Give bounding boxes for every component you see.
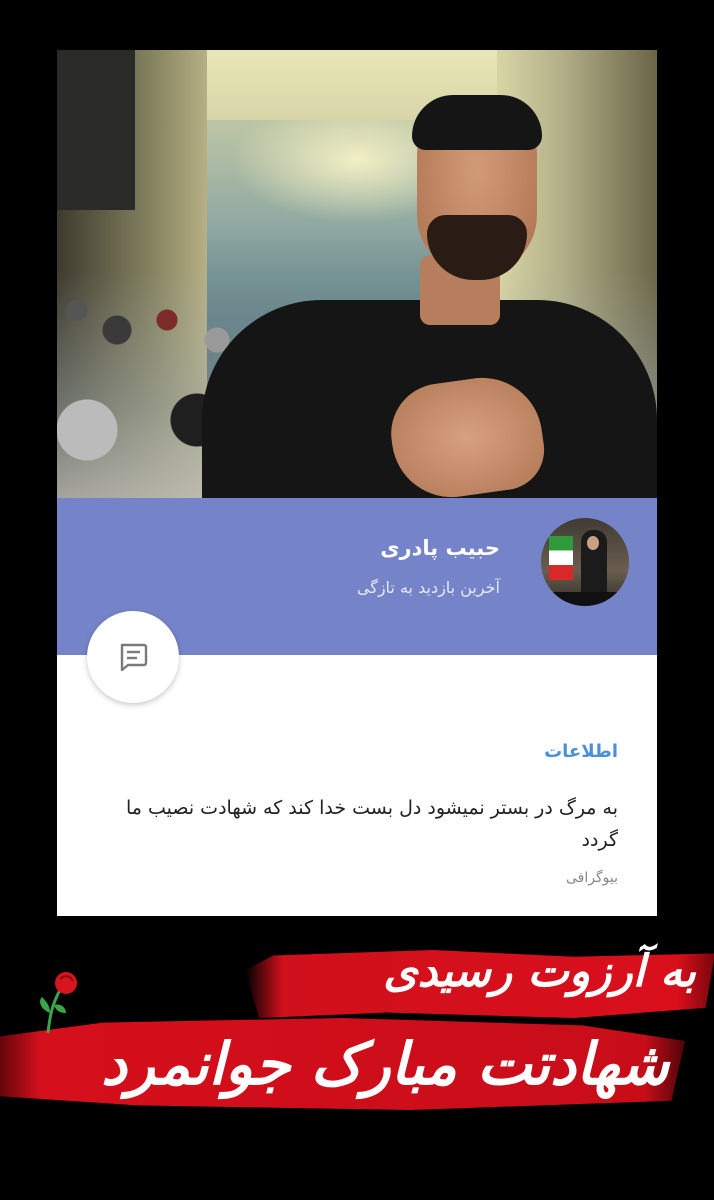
message-icon	[120, 643, 148, 672]
profile-card: حبیب پادری آخرین بازدید به تازگی اطلاعات…	[57, 498, 657, 916]
person-hair	[412, 95, 542, 150]
bio-label: بیوگرافی	[566, 870, 618, 886]
profile-photo[interactable]	[57, 50, 657, 498]
profile-name: حبیب پادری	[380, 536, 500, 560]
photo-background	[57, 50, 135, 210]
overlay-text-line1: به آرزوت رسیدی	[383, 946, 696, 997]
avatar-face	[587, 536, 599, 550]
last-seen-status: آخرین بازدید به تازگی	[356, 578, 500, 597]
message-button[interactable]	[87, 611, 179, 703]
person-figure	[202, 80, 657, 498]
info-section-title: اطلاعات	[544, 741, 618, 762]
flag-icon	[549, 536, 573, 580]
rose-icon	[40, 972, 77, 1034]
bio-text: به مرگ در بستر نمیشود دل بست خدا کند که …	[125, 797, 618, 851]
avatar-caption	[541, 592, 629, 606]
avatar[interactable]	[541, 518, 629, 606]
overlay-text-line2: شهادتت مبارک جوانمرد	[101, 1030, 669, 1098]
